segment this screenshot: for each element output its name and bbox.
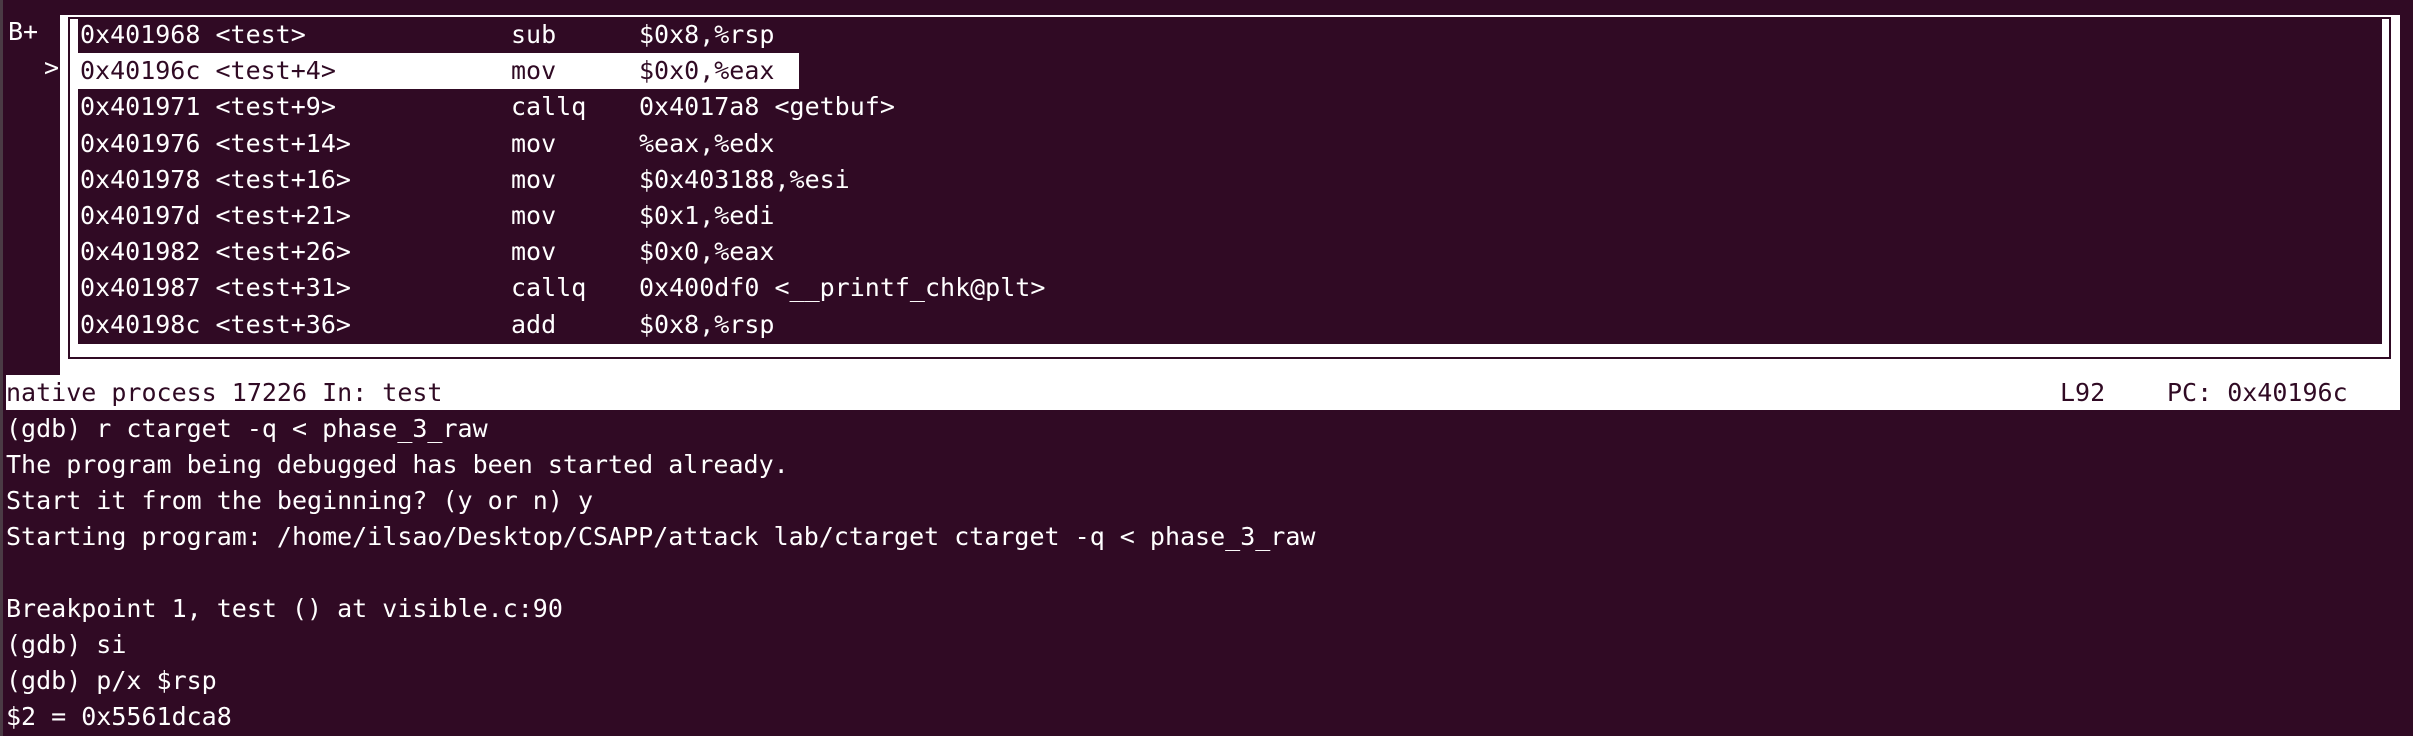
asm-address: 0x401987 <test+31> <box>80 273 351 303</box>
status-pc: PC: 0x40196c <box>2167 378 2348 407</box>
asm-row[interactable]: 0x40197d <test+21> mov $0x1,%edi <box>78 198 2382 234</box>
asm-operands: $0x0,%eax <box>639 237 775 267</box>
asm-operands: 0x4017a8 <getbuf> <box>639 92 895 122</box>
asm-row[interactable]: 0x40198c <test+36> add $0x8,%rsp <box>78 307 2382 343</box>
console-line: Starting program: /home/ilsao/Desktop/CS… <box>6 522 1316 551</box>
asm-mnemonic: mov <box>511 128 557 158</box>
asm-mnemonic: mov <box>511 201 557 230</box>
status-bar: native process 17226 In: test L92 PC: 0x… <box>6 375 2400 410</box>
asm-operands: 0x400df0 <__printf_chk@plt> <box>639 273 1046 303</box>
asm-row[interactable]: 0x401971 <test+9> callq 0x4017a8 <getbuf> <box>78 89 2382 125</box>
asm-row[interactable]: 0x401976 <test+14> mov %eax,%edx <box>78 126 2382 162</box>
asm-row[interactable]: 0x401987 <test+31> callq 0x400df0 <__print… <box>78 270 2382 306</box>
window-edge <box>0 0 3 736</box>
current-instruction-marker: > <box>44 53 60 82</box>
asm-operands: $0x8,%rsp <box>639 20 775 49</box>
asm-mnemonic: mov <box>511 237 557 267</box>
asm-mnemonic: add <box>511 309 557 339</box>
console-line: The program being debugged has been star… <box>6 450 789 479</box>
asm-address: 0x40196c <test+4> <box>80 56 336 86</box>
asm-row[interactable]: 0x401982 <test+26> mov $0x0,%eax <box>78 234 2382 270</box>
console-line: $2 = 0x5561dca8 <box>6 702 232 731</box>
asm-address: 0x401982 <test+26> <box>80 237 351 267</box>
asm-listing[interactable]: 0x401968 <test> sub $0x8,%rsp 0x40196c <tes… <box>78 17 2382 344</box>
asm-row[interactable]: 0x401968 <test> sub $0x8,%rsp <box>78 17 2382 53</box>
asm-address: 0x401971 <test+9> <box>80 92 336 122</box>
console-line: (gdb) p/x $rsp <box>6 666 217 695</box>
status-process: native process 17226 In: test <box>6 378 443 407</box>
asm-mnemonic: callq <box>511 273 587 303</box>
asm-mnemonic: sub <box>511 20 557 49</box>
asm-row[interactable]: 0x401978 <test+16> mov $0x403188,%esi <box>78 162 2382 198</box>
gdb-console[interactable]: (gdb) r ctarget -q < phase_3_raw The prog… <box>6 411 1315 735</box>
asm-operands: $0x8,%rsp <box>639 309 775 339</box>
breakpoint-marker: B+ <box>8 17 39 46</box>
asm-row-current[interactable]: 0x40196c <test+4> mov $0x0,%eax <box>78 53 2382 90</box>
asm-operands: $0x0,%eax <box>639 56 775 86</box>
console-line: (gdb) r ctarget -q < phase_3_raw <box>6 414 488 443</box>
asm-address: 0x401968 <test> <box>80 20 306 49</box>
console-line: (gdb) si <box>6 630 127 659</box>
asm-address: 0x40197d <test+21> <box>80 201 351 230</box>
asm-mnemonic: mov <box>511 164 557 194</box>
asm-operands: %eax,%edx <box>639 128 775 158</box>
asm-mnemonic: mov <box>511 56 557 86</box>
asm-operands: $0x1,%edi <box>639 201 775 230</box>
console-line: Start it from the beginning? (y or n) y <box>6 486 593 515</box>
asm-address: 0x40198c <test+36> <box>80 309 351 339</box>
asm-address: 0x401978 <test+16> <box>80 164 351 194</box>
asm-address: 0x401976 <test+14> <box>80 128 351 158</box>
asm-operands: $0x403188,%esi <box>639 164 850 194</box>
status-line: L92 <box>2060 378 2106 407</box>
console-line: Breakpoint 1, test () at visible.c:90 <box>6 594 563 623</box>
asm-mnemonic: callq <box>511 92 587 122</box>
